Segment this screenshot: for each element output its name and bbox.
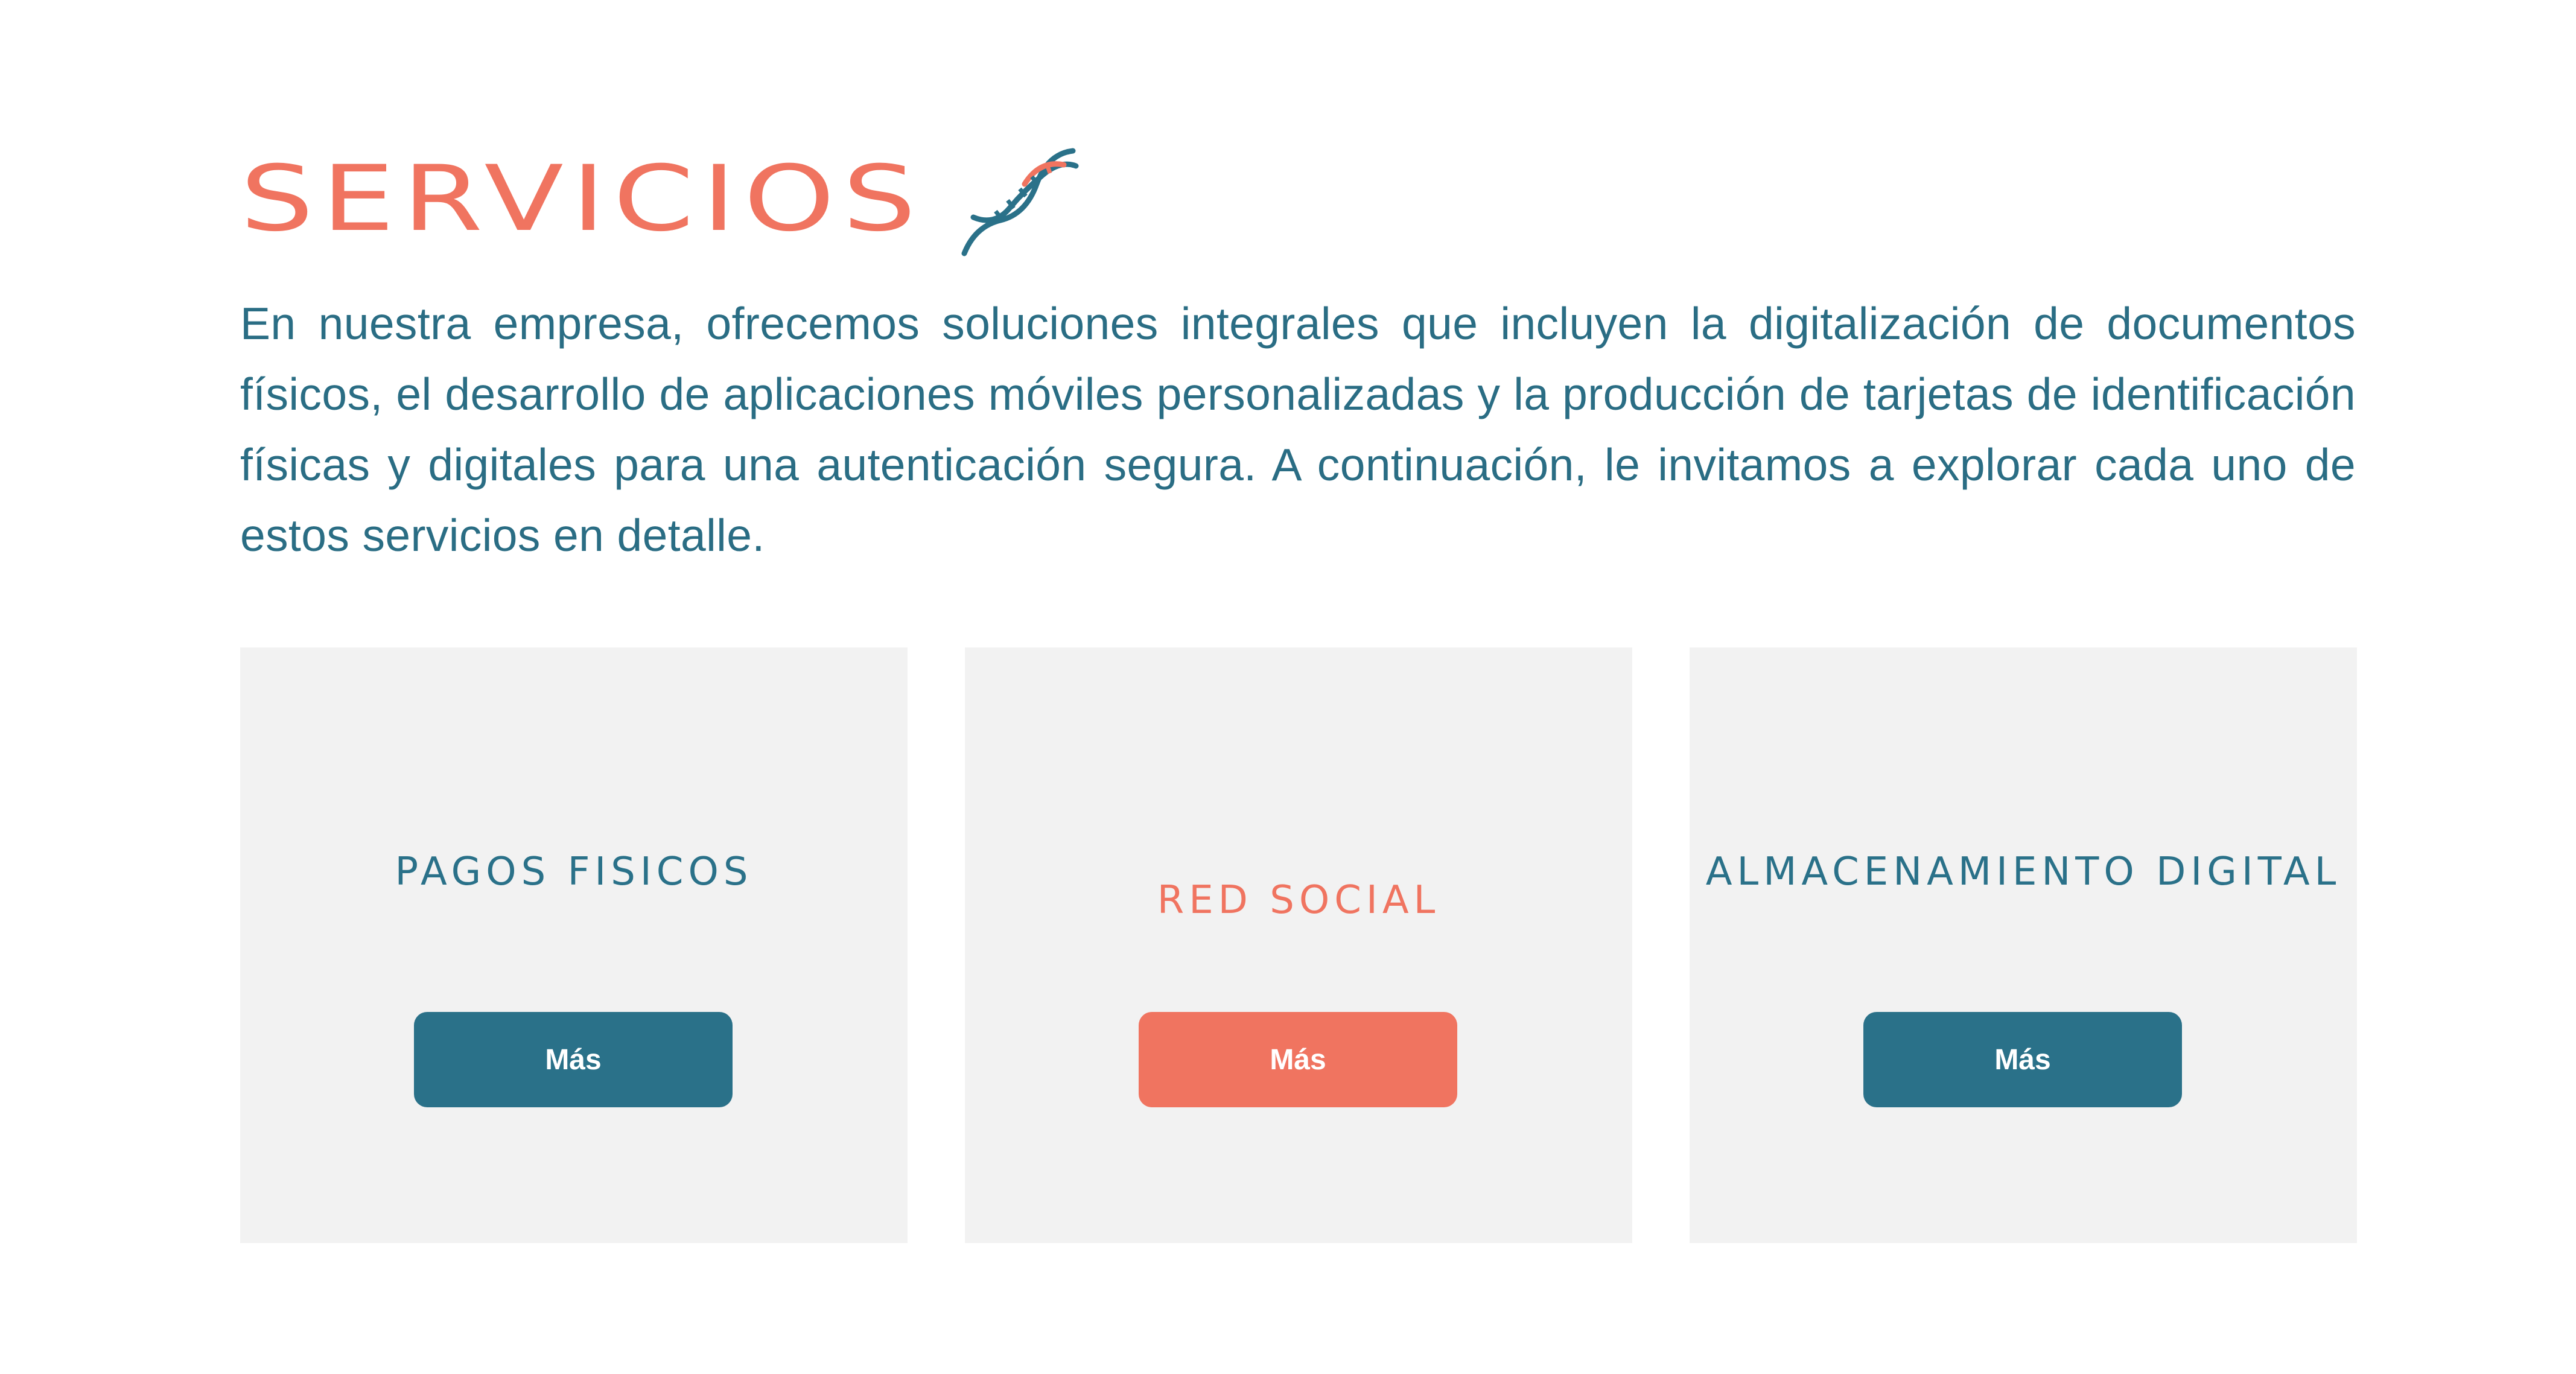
more-button-red-social[interactable]: Más <box>1139 1012 1457 1107</box>
service-card-almacenamiento-digital: ALMACENAMIENTO DIGITAL Más <box>1690 647 2357 1243</box>
service-cards: PAGOS FISICOS Más RED SOCIAL Más ALMACEN… <box>240 647 2357 1243</box>
card-title: PAGOS FISICOS <box>395 850 753 894</box>
service-card-pagos-fisicos: PAGOS FISICOS Más <box>240 647 908 1243</box>
card-title: RED SOCIAL <box>1157 878 1440 923</box>
more-button-pagos-fisicos[interactable]: Más <box>414 1012 733 1107</box>
intro-paragraph: En nuestra empresa, ofrecemos soluciones… <box>240 298 2356 561</box>
service-card-red-social: RED SOCIAL Más <box>965 647 1632 1243</box>
more-button-almacenamiento-digital[interactable]: Más <box>1863 1012 2182 1107</box>
card-title: ALMACENAMIENTO DIGITAL <box>1705 850 2341 894</box>
dna-icon <box>961 148 1079 256</box>
title-row: SERVICIOS <box>240 139 1079 259</box>
page-title: SERVICIOS <box>240 147 924 252</box>
